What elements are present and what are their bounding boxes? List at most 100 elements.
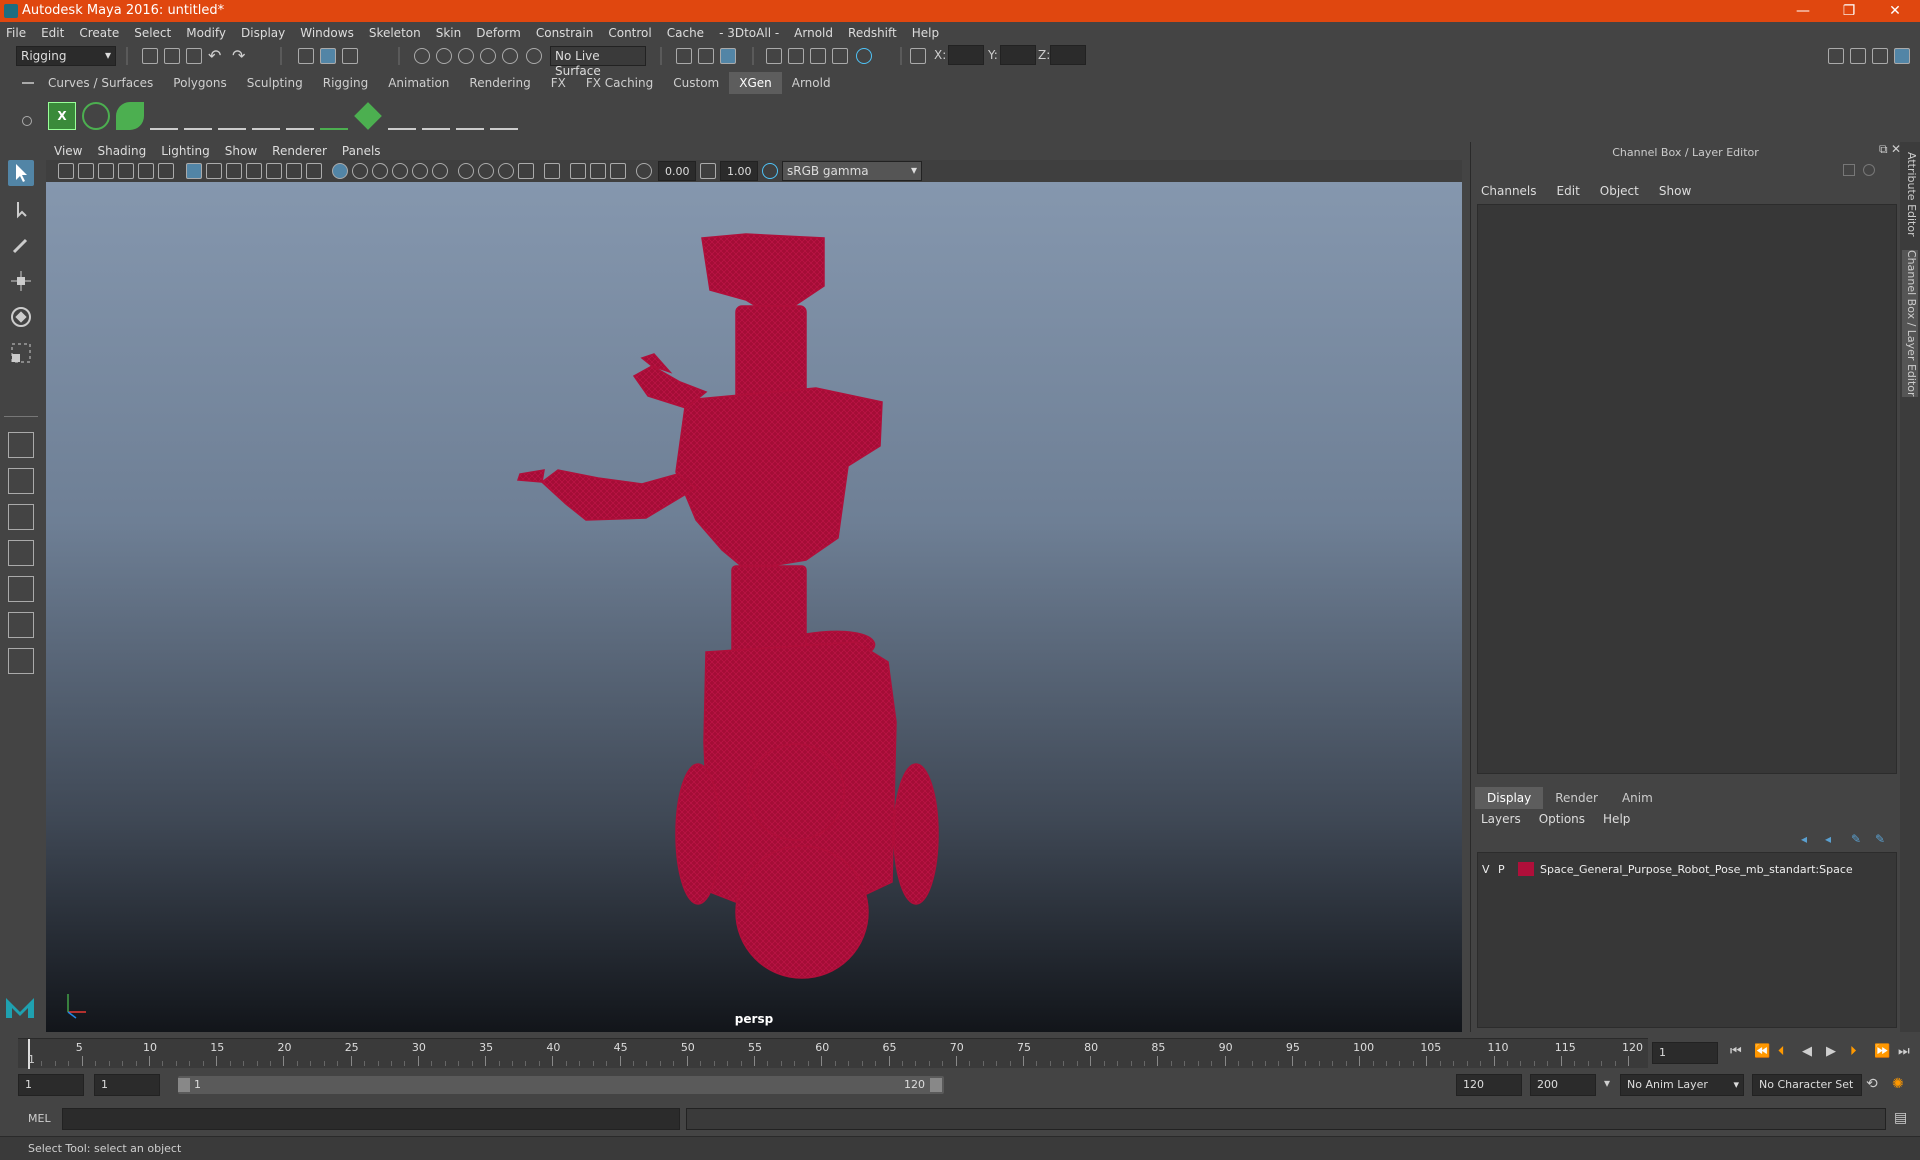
range-slider-bar[interactable]: 1 120 [178, 1076, 944, 1094]
wireframe-on-shaded-icon[interactable] [372, 163, 388, 179]
animation-end-field[interactable]: 200 [1530, 1074, 1596, 1096]
layer-row[interactable]: V P Space_General_Purpose_Robot_Pose_mb_… [1482, 859, 1892, 879]
smooth-shade-icon[interactable] [352, 163, 368, 179]
layer-visibility-toggle[interactable]: V [1482, 863, 1494, 876]
two-d-pan-zoom-icon[interactable] [138, 163, 154, 179]
shelf-tab-polygons[interactable]: Polygons [163, 72, 236, 94]
live-surface-field[interactable]: No Live Surface [550, 46, 646, 78]
snap-point-icon[interactable] [458, 48, 474, 64]
menu-redshift[interactable]: Redshift [848, 26, 897, 40]
menu-3dtoall[interactable]: - 3DtoAll - [719, 26, 779, 40]
tool-settings-toggle-icon[interactable] [1872, 48, 1888, 64]
layer-tab-render[interactable]: Render [1543, 787, 1610, 809]
shelf-tab-fx-caching[interactable]: FX Caching [576, 72, 663, 94]
menu-set-dropdown[interactable]: Rigging ▾ [16, 46, 116, 66]
step-back-frame-icon[interactable]: ⏪ [1754, 1044, 1770, 1059]
snap-view-plane-icon[interactable] [502, 48, 518, 64]
viewport-menu-shading[interactable]: Shading [97, 144, 146, 158]
menu-control[interactable]: Control [608, 26, 651, 40]
shelf-tab-fx[interactable]: FX [541, 72, 576, 94]
textured-icon[interactable] [392, 163, 408, 179]
motion-blur-icon[interactable] [478, 163, 494, 179]
hypershade-layout-icon[interactable] [8, 612, 34, 638]
auto-key-icon[interactable]: ⟲ [1866, 1076, 1878, 1092]
shelf-tab-rigging[interactable]: Rigging [313, 72, 378, 94]
new-layer-icon[interactable]: ✎ [1851, 832, 1861, 846]
color-management-icon[interactable] [762, 163, 778, 179]
four-view-layout-icon[interactable] [8, 468, 34, 494]
save-scene-icon[interactable] [186, 48, 202, 64]
xgen-editor-icon[interactable]: X [48, 102, 76, 130]
minimize-button[interactable]: — [1780, 0, 1826, 22]
output-ops-icon[interactable] [698, 48, 714, 64]
channel-box-menu-object[interactable]: Object [1600, 184, 1639, 198]
rotate-tool-icon[interactable] [8, 304, 34, 330]
go-to-start-icon[interactable]: ⏮ [1730, 1044, 1742, 1059]
coord-z-field[interactable] [1050, 45, 1086, 65]
snap-grid-icon[interactable] [414, 48, 430, 64]
menu-skeleton[interactable]: Skeleton [369, 26, 421, 40]
select-by-component-icon[interactable] [342, 48, 358, 64]
new-layer-from-selected-icon[interactable]: ✎ [1875, 832, 1885, 846]
shelf-options-icon[interactable] [22, 116, 32, 126]
xgen-layers-icon[interactable] [354, 102, 382, 130]
menu-cache[interactable]: Cache [667, 26, 704, 40]
shelf-tab-animation[interactable]: Animation [378, 72, 459, 94]
select-by-object-icon[interactable] [320, 48, 336, 64]
menu-arnold[interactable]: Arnold [794, 26, 833, 40]
attribute-editor-toggle-icon[interactable] [1850, 48, 1866, 64]
go-to-end-icon[interactable]: ⏭ [1898, 1044, 1910, 1059]
modeling-toolkit-icon[interactable] [1828, 48, 1844, 64]
safe-action-icon[interactable] [286, 163, 302, 179]
undo-icon[interactable]: ↶ [208, 46, 221, 65]
attribute-editor-side-tab[interactable]: Attribute Editor [1902, 152, 1918, 237]
image-plane-icon[interactable] [118, 163, 134, 179]
redo-icon[interactable]: ↷ [232, 46, 245, 65]
safe-title-icon[interactable] [306, 163, 322, 179]
snap-curve-icon[interactable] [436, 48, 452, 64]
shelf-menu-icon[interactable] [22, 82, 34, 84]
manip-toggle-icon[interactable] [1863, 164, 1875, 176]
new-scene-icon[interactable] [142, 48, 158, 64]
xgen-visibility-icon[interactable] [252, 102, 280, 130]
xgen-description-icon[interactable] [116, 102, 144, 130]
channel-box-toggle-icon[interactable] [1894, 48, 1910, 64]
gate-mask-icon[interactable] [246, 163, 262, 179]
xray-joints-icon[interactable] [610, 163, 626, 179]
input-ops-icon[interactable] [676, 48, 692, 64]
xgen-cut-icon[interactable] [456, 102, 484, 130]
grid-icon[interactable] [186, 163, 202, 179]
move-layer-up-icon[interactable]: ◂ [1801, 832, 1807, 846]
menu-display[interactable]: Display [241, 26, 285, 40]
shelf-tab-custom[interactable]: Custom [663, 72, 729, 94]
xray-active-components-icon[interactable] [590, 163, 606, 179]
play-backwards-icon[interactable]: ◀ [1802, 1044, 1812, 1059]
view-transform-dropdown[interactable]: sRGB gamma ▾ [782, 161, 922, 181]
axis-toggle-icon[interactable] [1843, 164, 1855, 176]
layer-tab-display[interactable]: Display [1475, 787, 1544, 809]
shelf-tab-rendering[interactable]: Rendering [459, 72, 540, 94]
xgen-rebuild-icon[interactable] [388, 102, 416, 130]
character-set-dropdown[interactable]: No Character Set [1752, 1074, 1862, 1096]
playback-start-field[interactable]: 1 [94, 1074, 160, 1096]
menu-windows[interactable]: Windows [300, 26, 354, 40]
select-by-hierarchy-icon[interactable] [298, 48, 314, 64]
step-back-key-icon[interactable]: ⏴ [1778, 1044, 1785, 1059]
xgen-add-guide-icon[interactable] [184, 102, 212, 130]
exposure-field[interactable]: 0.00 [658, 161, 696, 181]
xray-icon[interactable] [570, 163, 586, 179]
anim-layer-dropdown[interactable]: No Anim Layer ▾ [1620, 1074, 1744, 1096]
menu-constrain[interactable]: Constrain [536, 26, 594, 40]
layer-color-swatch[interactable] [1518, 862, 1534, 876]
transform-mode-icon[interactable] [910, 48, 926, 64]
xgen-delete-icon[interactable] [490, 102, 518, 130]
film-gate-icon[interactable] [206, 163, 222, 179]
xgen-sculpt-guide-icon[interactable] [218, 102, 246, 130]
time-slider[interactable]: 1 5 10 15 20 25 30 35 40 45 50 55 60 65 70 75 80 85 90 95 1… [18, 1038, 1648, 1069]
range-end-handle[interactable] [930, 1078, 942, 1092]
menu-skin[interactable]: Skin [436, 26, 462, 40]
render-current-icon[interactable] [788, 48, 804, 64]
camera-attributes-icon[interactable] [78, 163, 94, 179]
menu-help[interactable]: Help [912, 26, 939, 40]
range-start-handle[interactable] [178, 1078, 190, 1092]
